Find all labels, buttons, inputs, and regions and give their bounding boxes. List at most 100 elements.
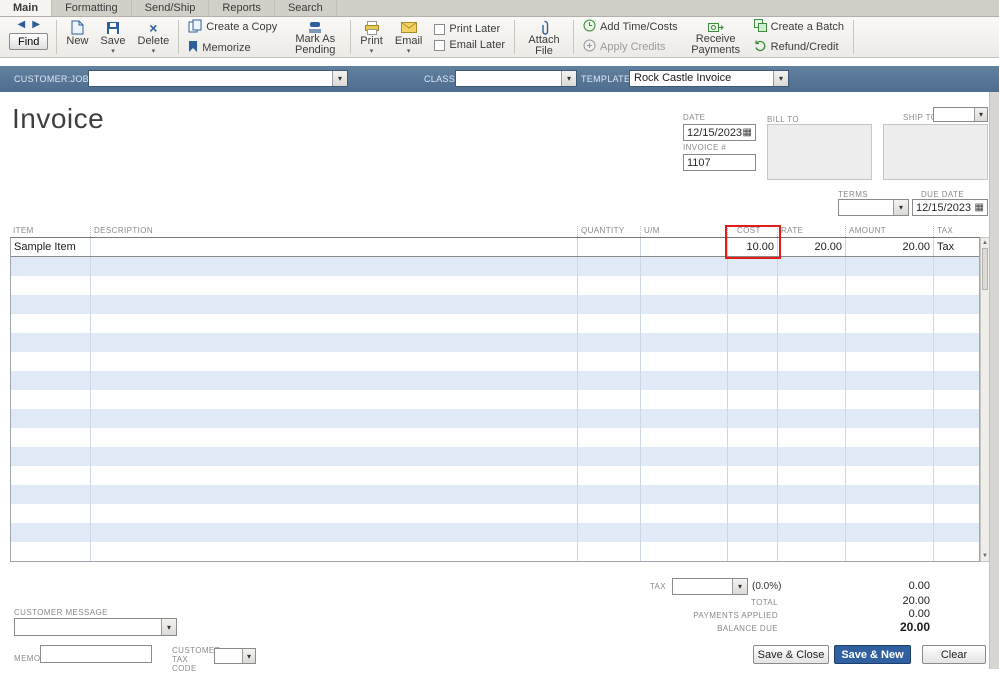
apply-credits-button[interactable]: Apply Credits <box>583 39 678 55</box>
empty-cell[interactable] <box>91 295 578 314</box>
empty-cell[interactable] <box>91 523 578 542</box>
table-row[interactable]: Sample Item 10.00 20.00 20.00 Tax <box>11 238 979 257</box>
table-empty-row[interactable] <box>11 314 979 333</box>
empty-cell[interactable] <box>728 447 778 466</box>
empty-cell[interactable] <box>578 447 641 466</box>
empty-cell[interactable] <box>778 371 846 390</box>
empty-cell[interactable] <box>778 542 846 561</box>
ship-to-dropdown-arrow-icon[interactable]: ▾ <box>974 108 987 121</box>
delete-button[interactable]: × Delete ▾ <box>132 18 176 56</box>
empty-cell[interactable] <box>846 428 934 447</box>
empty-cell[interactable] <box>728 257 778 276</box>
empty-cell[interactable] <box>846 371 934 390</box>
empty-cell[interactable] <box>578 314 641 333</box>
table-empty-row[interactable] <box>11 542 979 561</box>
empty-cell[interactable] <box>641 295 728 314</box>
empty-cell[interactable] <box>778 257 846 276</box>
cell-quantity[interactable] <box>578 238 641 256</box>
column-header-rate[interactable]: RATE <box>777 226 845 237</box>
table-empty-row[interactable] <box>11 466 979 485</box>
empty-cell[interactable] <box>846 276 934 295</box>
empty-cell[interactable] <box>934 485 979 504</box>
class-dropdown-arrow-icon[interactable]: ▾ <box>561 71 576 86</box>
empty-cell[interactable] <box>934 257 979 276</box>
empty-cell[interactable] <box>11 542 91 561</box>
create-copy-button[interactable]: Create a Copy <box>188 19 277 36</box>
empty-cell[interactable] <box>778 295 846 314</box>
email-dropdown-caret-icon[interactable]: ▾ <box>407 48 411 55</box>
empty-cell[interactable] <box>728 333 778 352</box>
empty-cell[interactable] <box>641 409 728 428</box>
empty-cell[interactable] <box>11 428 91 447</box>
empty-cell[interactable] <box>934 447 979 466</box>
empty-cell[interactable] <box>934 390 979 409</box>
template-combobox[interactable]: Rock Castle Invoice ▾ <box>629 70 789 87</box>
empty-cell[interactable] <box>846 504 934 523</box>
empty-cell[interactable] <box>778 333 846 352</box>
empty-cell[interactable] <box>578 504 641 523</box>
due-date-calendar-icon[interactable]: ▦ <box>975 202 984 213</box>
save-button[interactable]: Save ▾ <box>94 18 131 56</box>
empty-cell[interactable] <box>778 466 846 485</box>
tab-main[interactable]: Main <box>0 0 53 16</box>
table-empty-row[interactable] <box>11 428 979 447</box>
receive-payments-button[interactable]: Receive Payments <box>684 18 748 56</box>
tab-send-ship[interactable]: Send/Ship <box>132 0 210 16</box>
empty-cell[interactable] <box>728 390 778 409</box>
empty-cell[interactable] <box>11 276 91 295</box>
customer-job-combobox[interactable]: ▾ <box>88 70 348 87</box>
empty-cell[interactable] <box>846 409 934 428</box>
empty-cell[interactable] <box>934 409 979 428</box>
empty-cell[interactable] <box>846 542 934 561</box>
mark-as-pending-button[interactable]: Mark As Pending <box>283 18 347 56</box>
email-button[interactable]: Email ▾ <box>389 18 429 56</box>
tax-combobox[interactable]: ▾ <box>672 578 748 595</box>
empty-cell[interactable] <box>728 542 778 561</box>
empty-cell[interactable] <box>641 257 728 276</box>
empty-cell[interactable] <box>91 542 578 561</box>
empty-cell[interactable] <box>578 352 641 371</box>
empty-cell[interactable] <box>846 447 934 466</box>
column-header-quantity[interactable]: QUANTITY <box>577 226 640 237</box>
empty-cell[interactable] <box>91 314 578 333</box>
cell-description[interactable] <box>91 238 578 256</box>
empty-cell[interactable] <box>11 447 91 466</box>
empty-cell[interactable] <box>578 409 641 428</box>
empty-cell[interactable] <box>11 504 91 523</box>
cell-amount[interactable]: 20.00 <box>846 238 934 256</box>
back-arrow-icon[interactable]: ◀ <box>18 19 26 31</box>
empty-cell[interactable] <box>934 523 979 542</box>
save-new-button[interactable]: Save & New <box>834 645 911 664</box>
empty-cell[interactable] <box>91 485 578 504</box>
empty-cell[interactable] <box>728 485 778 504</box>
empty-cell[interactable] <box>934 295 979 314</box>
cell-tax[interactable]: Tax <box>934 238 979 256</box>
due-date-input[interactable]: 12/15/2023 ▦ <box>912 199 988 216</box>
empty-cell[interactable] <box>578 371 641 390</box>
table-empty-row[interactable] <box>11 485 979 504</box>
delete-dropdown-caret-icon[interactable]: ▾ <box>152 48 156 55</box>
table-empty-row[interactable] <box>11 257 979 276</box>
empty-cell[interactable] <box>934 428 979 447</box>
refund-credit-button[interactable]: Refund/Credit <box>754 39 844 55</box>
empty-cell[interactable] <box>578 333 641 352</box>
empty-cell[interactable] <box>778 428 846 447</box>
empty-cell[interactable] <box>641 371 728 390</box>
scrollbar-thumb[interactable] <box>982 248 988 290</box>
tab-formatting[interactable]: Formatting <box>52 0 132 16</box>
empty-cell[interactable] <box>11 409 91 428</box>
find-button[interactable]: Find <box>9 33 49 50</box>
clear-button[interactable]: Clear <box>922 645 986 664</box>
empty-cell[interactable] <box>728 371 778 390</box>
table-empty-row[interactable] <box>11 409 979 428</box>
add-time-costs-button[interactable]: Add Time/Costs <box>583 19 678 35</box>
customer-tax-code-dropdown-arrow-icon[interactable]: ▾ <box>242 649 255 663</box>
empty-cell[interactable] <box>578 428 641 447</box>
table-empty-row[interactable] <box>11 523 979 542</box>
ship-to-box[interactable] <box>883 124 988 180</box>
empty-cell[interactable] <box>934 466 979 485</box>
empty-cell[interactable] <box>578 295 641 314</box>
empty-cell[interactable] <box>934 542 979 561</box>
print-button[interactable]: Print ▾ <box>354 18 389 56</box>
email-later-option[interactable]: Email Later <box>434 39 505 51</box>
